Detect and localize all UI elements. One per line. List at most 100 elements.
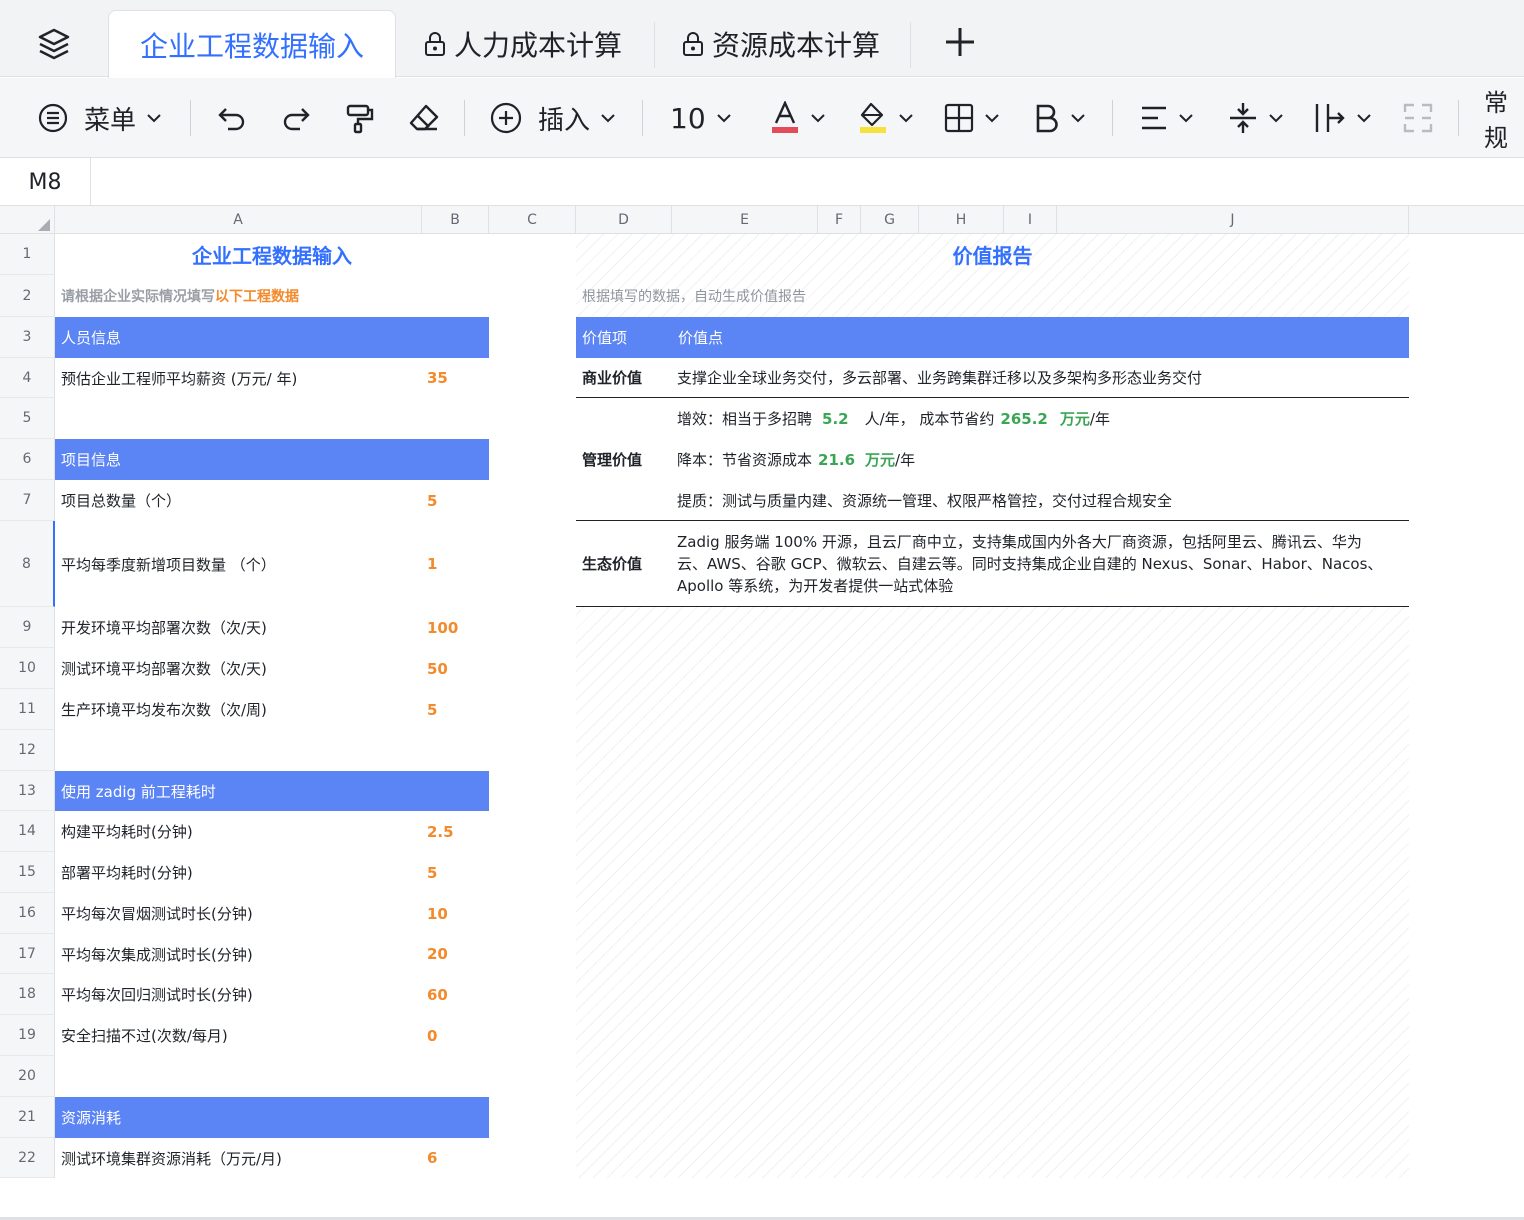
row-header[interactable]: 12 [0,730,55,771]
align-button[interactable] [1140,78,1194,158]
cell-label-salary[interactable]: 预估企业工程师平均薪资 (万元/ 年) [55,358,422,398]
cell-label-dev-deploys[interactable]: 开发环境平均部署次数（次/天) [55,607,422,648]
lock-icon [425,31,445,56]
cell-value-regression-time[interactable]: 60 [427,974,489,1015]
row-header-selected[interactable]: 8 [0,521,55,607]
cost-per-year: /年 [895,451,916,469]
clear-format-button[interactable] [408,78,440,158]
layers-icon[interactable] [34,24,74,64]
report-text-ecosystem[interactable]: Zadig 服务端 100% 开源，且云厂商中立，支持集成国内外各大厂商资源，包… [672,521,1409,606]
column-header-c[interactable]: C [489,206,576,234]
font-color-button[interactable] [770,78,826,158]
column-header-j[interactable]: J [1057,206,1409,234]
row-header[interactable]: 6 [0,439,55,480]
cell-label-smoke-time[interactable]: 平均每次冒烟测试时长(分钟) [55,893,422,934]
cell-label-deploy-time[interactable]: 部署平均耗时(分钟) [55,852,422,893]
number-format-select[interactable]: 常规 [1484,78,1524,158]
cell-label-security-fail[interactable]: 安全扫描不过(次数/每月) [55,1015,422,1056]
sheet-tab-bar: 企业工程数据输入 人力成本计算 资源成本计算 [0,0,1524,78]
row-header[interactable]: 2 [0,275,55,317]
section-header-people[interactable]: 人员信息 [55,317,489,358]
section-header-before-zadig[interactable]: 使用 zadig 前工程耗时 [55,771,489,811]
row-header[interactable]: 21 [0,1097,55,1138]
bold-button[interactable] [1034,78,1086,158]
column-header-f[interactable]: F [818,206,861,234]
column-header-d[interactable]: D [576,206,672,234]
row-header[interactable]: 13 [0,771,55,811]
column-header-b[interactable]: B [422,206,489,234]
insert-button[interactable]: 插入 [490,78,616,158]
tab-labor-cost[interactable]: 人力成本计算 [424,10,622,77]
cell-label-test-deploys[interactable]: 测试环境平均部署次数（次/天) [55,648,422,689]
row-header[interactable]: 17 [0,934,55,974]
row-header[interactable]: 19 [0,1015,55,1056]
section-header-resource[interactable]: 资源消耗 [55,1097,489,1138]
lock-icon [683,31,703,56]
format-painter-button[interactable] [344,78,376,158]
tab-resource-cost[interactable]: 资源成本计算 [682,10,880,77]
border-button[interactable] [944,78,1000,158]
merge-cells-button[interactable] [1402,78,1434,158]
vertical-align-button[interactable] [1228,78,1284,158]
cell-value-dev-deploys[interactable]: 100 [427,607,489,648]
row-header[interactable]: 9 [0,607,55,648]
row-header[interactable]: 16 [0,893,55,934]
cell-value-integration-time[interactable]: 20 [427,934,489,974]
cell-label-test-cluster[interactable]: 测试环境集群资源消耗（万元/月) [55,1138,422,1178]
font-size-select[interactable]: 10 [670,78,732,158]
cell-reference[interactable]: M8 [0,158,91,206]
cell-label-prod-releases[interactable]: 生产环境平均发布次数（次/周) [55,689,422,730]
row-header[interactable]: 10 [0,648,55,689]
cell-value-smoke-time[interactable]: 10 [427,893,489,934]
row-header[interactable]: 18 [0,974,55,1015]
column-header-h[interactable]: H [919,206,1004,234]
cell-value-project-count[interactable]: 5 [427,480,489,521]
report-header-point[interactable]: 价值点 [672,317,1409,358]
tab-label: 企业工程数据输入 [139,29,364,63]
cell-label-integration-time[interactable]: 平均每次集成测试时长(分钟) [55,934,422,974]
row-header[interactable]: 4 [0,358,55,398]
column-header-empty [1409,206,1524,234]
report-text-business[interactable]: 支撑企业全球业务交付，多云部署、业务跨集群迁移以及多架构多形态业务交付 [672,358,1409,397]
column-header-a[interactable]: A [55,206,422,234]
cell-label-new-projects[interactable]: 平均每季度新增项目数量 （个） [55,521,422,607]
row-header[interactable]: 7 [0,480,55,521]
chevron-down-icon [601,114,615,123]
column-header-g[interactable]: G [861,206,919,234]
cell-label-project-count[interactable]: 项目总数量（个） [55,480,422,521]
report-key-management[interactable]: 管理价值 [576,398,672,520]
cell-value-deploy-time[interactable]: 5 [427,852,489,893]
row-header[interactable]: 15 [0,852,55,893]
row-header[interactable]: 22 [0,1138,55,1178]
report-key-business[interactable]: 商业价值 [576,358,672,397]
cell-value-prod-releases[interactable]: 5 [427,689,489,730]
cell-value-build-time[interactable]: 2.5 [427,811,489,852]
row-header[interactable]: 14 [0,811,55,852]
text-wrap-button[interactable] [1314,78,1372,158]
cell-value-new-projects[interactable]: 1 [427,521,489,607]
chevron-down-icon [1071,114,1085,123]
redo-button[interactable] [280,78,312,158]
row-header[interactable]: 11 [0,689,55,730]
section-header-project[interactable]: 项目信息 [55,439,489,480]
cell-value-test-deploys[interactable]: 50 [427,648,489,689]
select-all-corner[interactable] [0,206,55,234]
report-key-ecosystem[interactable]: 生态价值 [576,521,672,606]
column-header-i[interactable]: I [1004,206,1057,234]
plus-icon[interactable] [940,22,980,62]
report-header-item[interactable]: 价值项 [576,317,672,358]
menu-button[interactable]: 菜单 [38,78,162,158]
cell-label-regression-time[interactable]: 平均每次回归测试时长(分钟) [55,974,422,1015]
row-header[interactable]: 1 [0,234,55,275]
cell-value-salary[interactable]: 35 [427,358,489,398]
undo-button[interactable] [216,78,248,158]
column-header-e[interactable]: E [672,206,818,234]
cell-value-test-cluster[interactable]: 6 [427,1138,489,1178]
cell-value-security-fail[interactable]: 0 [427,1015,489,1056]
row-header[interactable]: 20 [0,1056,55,1097]
cell-label-build-time[interactable]: 构建平均耗时(分钟) [55,811,422,852]
tab-enterprise-input[interactable]: 企业工程数据输入 [108,10,396,78]
row-header[interactable]: 3 [0,317,55,358]
row-header[interactable]: 5 [0,398,55,439]
fill-color-button[interactable] [858,78,914,158]
